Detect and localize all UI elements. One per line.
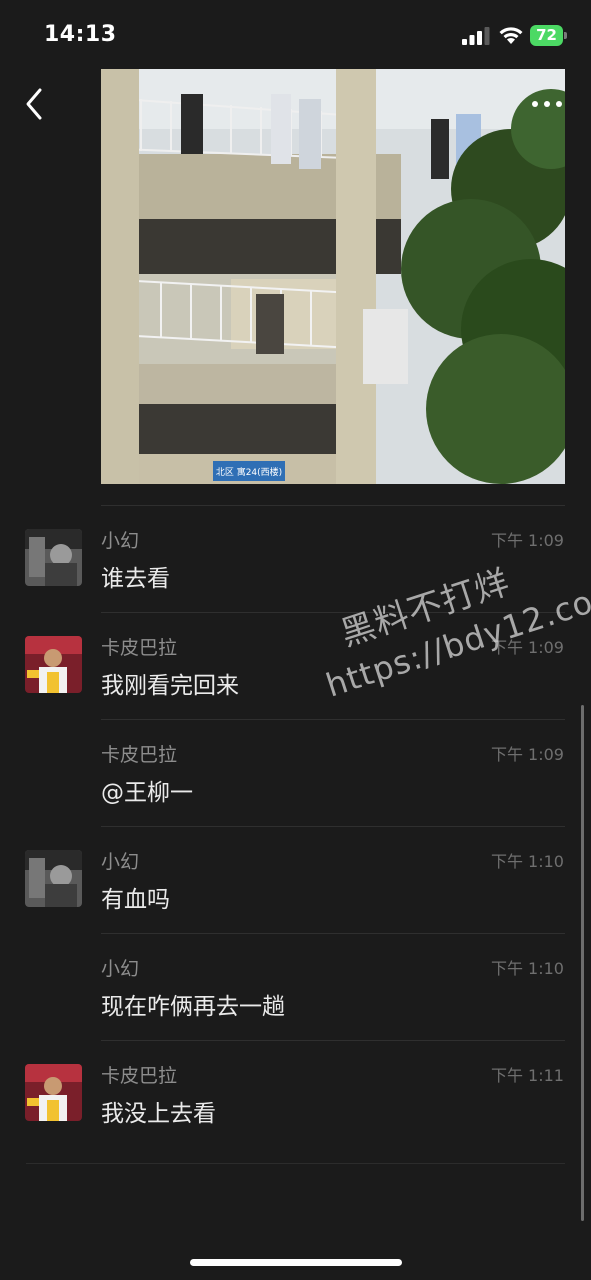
chat-image[interactable]: 北区 寓24(西楼): [101, 69, 565, 484]
message-item: 小幻 下午 1:09 谁去看: [0, 505, 591, 612]
avatar-xiaohuan[interactable]: [25, 529, 82, 586]
message-text[interactable]: 现在咋俩再去一趟: [101, 987, 285, 1021]
message-time: 下午 1:10: [490, 852, 564, 871]
battery-icon: 72: [530, 25, 567, 46]
sender-name: 小幻: [101, 530, 140, 552]
message-time: 下午 1:09: [490, 638, 564, 657]
battery-level: 72: [530, 25, 563, 46]
scrollbar[interactable]: [581, 705, 584, 1221]
building-sign: 北区 寓24(西楼): [216, 466, 282, 478]
message-time: 下午 1:09: [490, 745, 564, 764]
sender-name: 卡皮巴拉: [101, 637, 178, 659]
message-text[interactable]: 我没上去看: [101, 1094, 216, 1128]
message-time: 下午 1:11: [490, 1066, 564, 1085]
message-item: 卡皮巴拉 下午 1:11 我没上去看: [0, 1040, 591, 1147]
message-item: 卡皮巴拉 下午 1:09 我刚看完回来: [0, 612, 591, 719]
message-item: 小幻 下午 1:10 现在咋俩再去一趟: [0, 933, 591, 1040]
message-text[interactable]: @王柳一: [101, 773, 193, 807]
message-text[interactable]: 我刚看完回来: [101, 666, 239, 700]
building-photo: 北区 寓24(西楼): [101, 69, 565, 484]
chevron-left-icon[interactable]: [20, 84, 50, 124]
home-indicator[interactable]: [190, 1259, 402, 1266]
wifi-icon: [499, 27, 523, 44]
sender-name: 卡皮巴拉: [101, 744, 178, 766]
list-end-divider: [26, 1163, 565, 1164]
sender-name: 卡皮巴拉: [101, 1065, 178, 1087]
message-text[interactable]: 有血吗: [101, 880, 170, 914]
message-text[interactable]: 谁去看: [101, 559, 170, 593]
message-item: 小幻 下午 1:10 有血吗: [0, 826, 591, 933]
signal-icon: [462, 27, 490, 45]
avatar-kapibala[interactable]: [25, 636, 82, 693]
message-item: 卡皮巴拉 下午 1:09 @王柳一: [0, 719, 591, 826]
more-icon[interactable]: [530, 96, 564, 112]
message-time: 下午 1:10: [490, 959, 564, 978]
battery-cap: [564, 32, 567, 39]
avatar-kapibala[interactable]: [25, 1064, 82, 1121]
message-time: 下午 1:09: [490, 531, 564, 550]
avatar-xiaohuan[interactable]: [25, 850, 82, 907]
status-bar: 14:13 72: [0, 0, 591, 70]
sender-name: 小幻: [101, 958, 140, 980]
status-time: 14:13: [44, 22, 117, 47]
sender-name: 小幻: [101, 851, 140, 873]
